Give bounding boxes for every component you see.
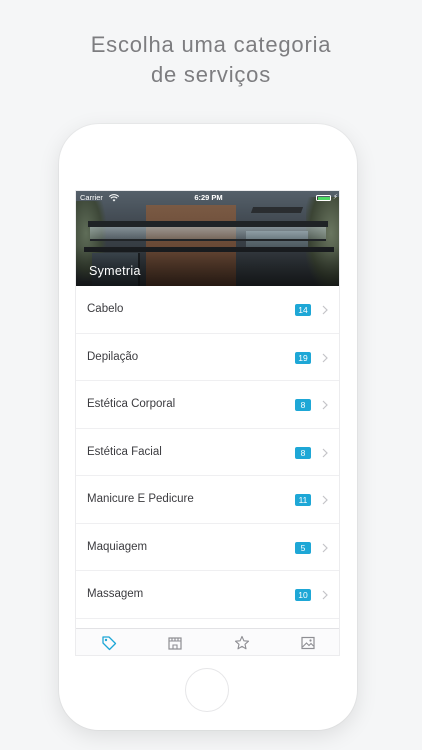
headline: Escolha uma categoria de serviços — [0, 30, 422, 90]
gallery-icon — [301, 636, 315, 650]
category-row[interactable]: Maquiagem 5 — [76, 524, 339, 571]
count-badge: 11 — [295, 494, 311, 506]
app-screen: Carrier 6:29 PM ⚡ Symetria Cabelo 14 Depil… — [75, 190, 340, 656]
tab-bar — [76, 628, 339, 655]
count-badge: 5 — [295, 541, 311, 554]
status-time: 6:29 PM — [194, 193, 223, 202]
chevron-right-icon — [322, 353, 328, 362]
salon-name: Symetria — [89, 264, 141, 278]
category-row[interactable]: Estética Facial 8 — [76, 429, 339, 476]
category-row[interactable]: Massagem 10 — [76, 571, 339, 619]
count-badge: 14 — [295, 304, 311, 316]
count-badge: 19 — [295, 351, 311, 364]
category-row[interactable]: Depilação 19 — [76, 334, 339, 381]
tab-store[interactable] — [155, 629, 195, 655]
chevron-right-icon — [322, 305, 328, 315]
chevron-right-icon — [322, 495, 328, 505]
category-row[interactable]: Manicure E Pedicure 11 — [76, 476, 339, 524]
count-badge: 10 — [295, 589, 311, 601]
status-bar: Carrier 6:29 PM ⚡ — [76, 191, 339, 205]
tab-categories[interactable] — [89, 629, 129, 655]
hero-image: Carrier 6:29 PM ⚡ Symetria — [76, 191, 339, 286]
star-icon — [234, 635, 249, 650]
headline-line-2: de serviços — [150, 62, 272, 87]
count-badge: 8 — [295, 446, 311, 459]
phone-frame: Carrier 6:29 PM ⚡ Symetria Cabelo 14 Depil… — [59, 124, 357, 730]
tab-favorites[interactable] — [222, 629, 262, 655]
charging-icon: ⚡ — [333, 194, 338, 201]
count-badge: 8 — [295, 399, 311, 411]
tab-gallery[interactable] — [288, 629, 328, 655]
battery-icon — [316, 195, 331, 201]
home-button[interactable] — [185, 668, 229, 712]
category-row[interactable]: Estética Corporal 8 — [76, 381, 339, 429]
chevron-right-icon — [322, 543, 328, 552]
chevron-right-icon — [322, 400, 328, 410]
headline-line-1: Escolha uma categoria — [90, 32, 332, 57]
category-list: Cabelo 14 Depilação 19 Estética Corporal 8 Est… — [76, 286, 339, 619]
chevron-right-icon — [322, 590, 328, 600]
chevron-right-icon — [322, 448, 328, 457]
category-row[interactable]: Cabelo 14 — [76, 286, 339, 334]
tag-icon — [102, 636, 117, 651]
store-icon — [168, 637, 182, 650]
